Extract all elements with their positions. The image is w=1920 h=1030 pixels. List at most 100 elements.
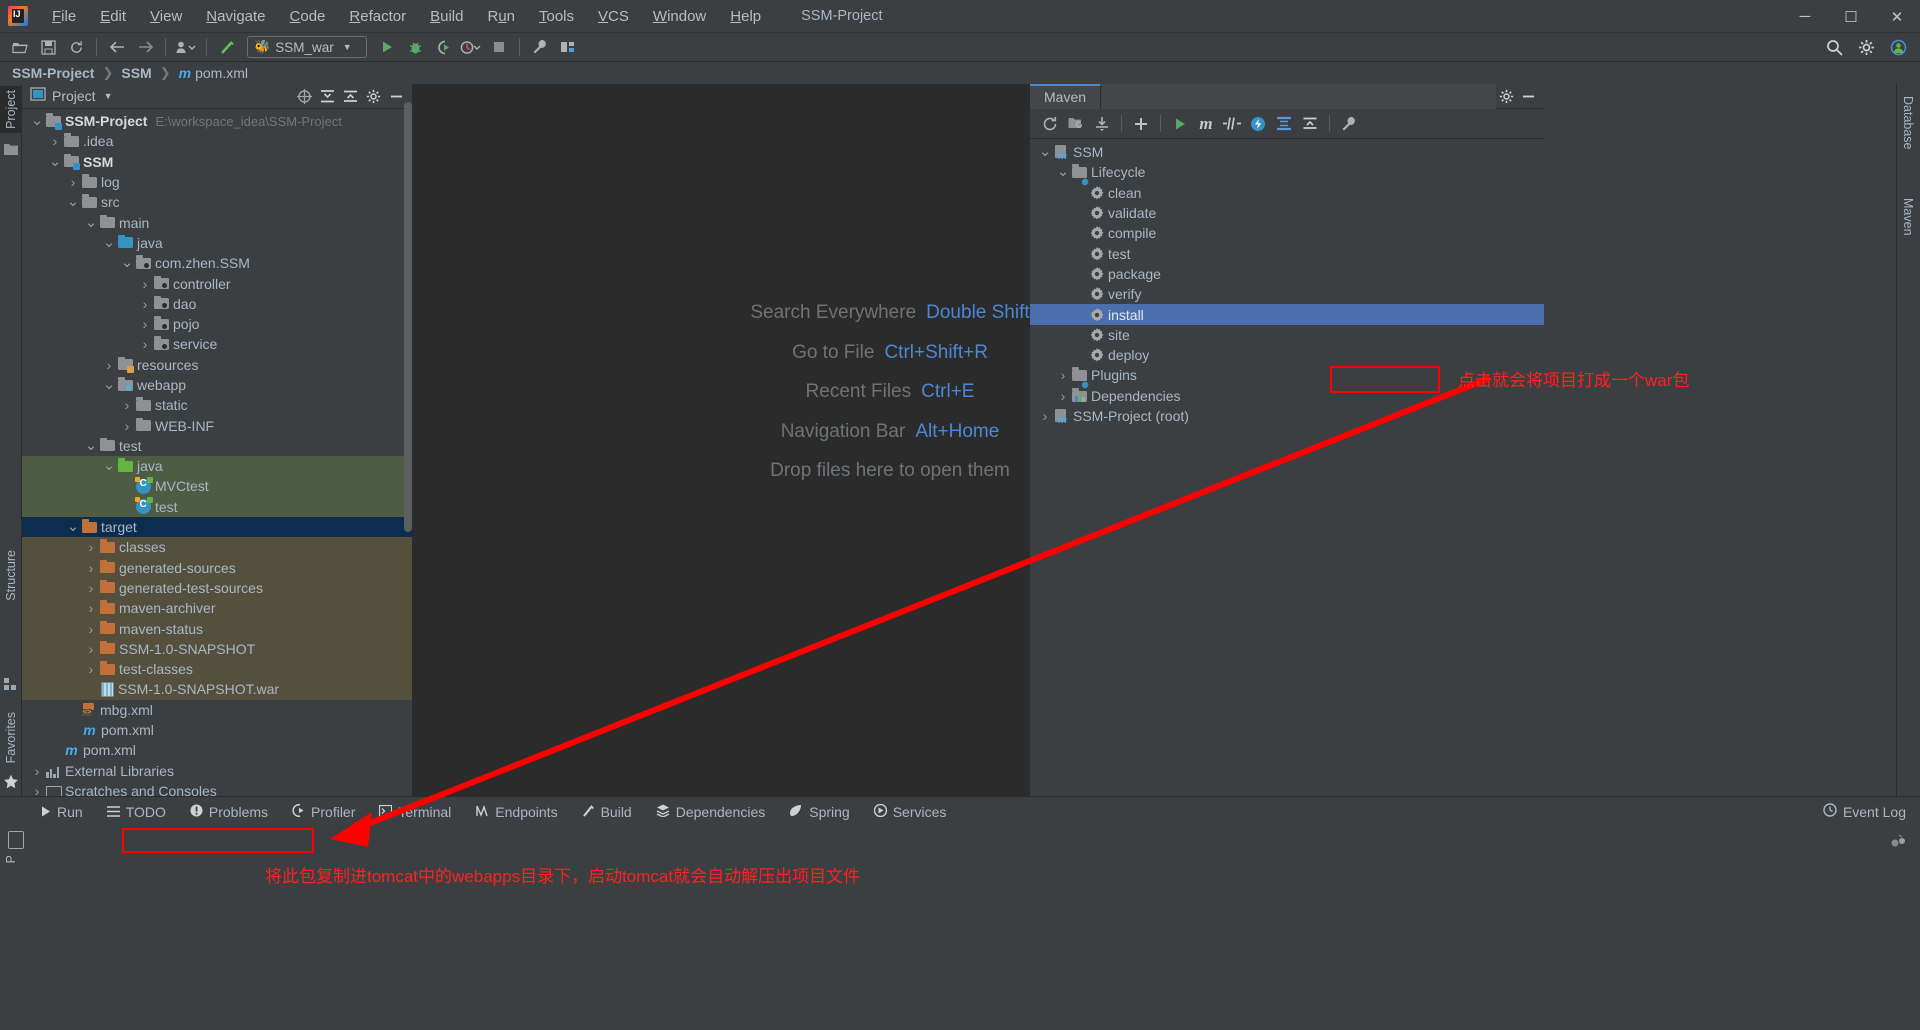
breadcrumb-item-1[interactable]: SSM [121, 65, 151, 81]
project-tree-row[interactable]: › resources [22, 355, 412, 375]
chevron-down-icon[interactable]: ⌄ [102, 377, 116, 392]
chevron-right-icon[interactable]: › [84, 661, 98, 677]
project-tree-row[interactable]: › log [22, 172, 412, 192]
menu-refactor[interactable]: Refactor [337, 5, 418, 28]
collapse-all-icon[interactable] [317, 86, 337, 106]
download-sources-icon[interactable] [1090, 112, 1114, 136]
toggle-offline-icon[interactable] [1246, 112, 1270, 136]
project-tree-row[interactable]: MVCtest [22, 476, 412, 497]
maven-tree-row[interactable]: package [1030, 264, 1544, 284]
expand-all-icon[interactable] [1298, 112, 1322, 136]
project-tree-row[interactable]: › maven-archiver [22, 598, 412, 619]
project-tree-row[interactable]: › static [22, 395, 412, 415]
expand-all-icon[interactable] [340, 86, 360, 106]
menu-build[interactable]: Build [418, 5, 475, 28]
project-tree-row[interactable]: test [22, 496, 412, 517]
add-maven-project-icon[interactable] [1129, 112, 1153, 136]
project-tree-row[interactable]: › service [22, 334, 412, 354]
project-tree-row[interactable]: › External Libraries [22, 761, 412, 781]
project-tree-row[interactable]: › WEB-INF [22, 415, 412, 435]
execute-maven-goal-icon[interactable]: m [1194, 112, 1218, 136]
sidebar-item-favorites[interactable]: Favorites [0, 708, 22, 767]
chevron-right-icon[interactable]: › [1038, 408, 1052, 424]
sidebar-item-database[interactable]: Database [1896, 92, 1920, 154]
bottom-tab-build[interactable]: Build [570, 802, 644, 822]
bottom-tab-dependencies[interactable]: Dependencies [644, 802, 778, 822]
bottom-tab-run[interactable]: Run [28, 802, 95, 822]
bottom-tab-terminal[interactable]: Terminal [367, 802, 463, 822]
project-tree-row[interactable]: › .idea [22, 131, 412, 151]
forward-arrow-icon[interactable] [132, 35, 158, 59]
run-icon[interactable] [1168, 112, 1192, 136]
run-with-coverage-icon[interactable] [430, 35, 456, 59]
maximize-button[interactable]: ☐ [1828, 0, 1874, 33]
chevron-right-icon[interactable]: › [138, 316, 152, 332]
project-tree-row[interactable]: ⌄ src [22, 192, 412, 212]
minimize-button[interactable]: ─ [1782, 0, 1828, 33]
maven-tree-row[interactable]: ⌄ SSM [1030, 142, 1544, 162]
chevron-down-icon[interactable]: ⌄ [84, 215, 98, 230]
maven-tree-row[interactable]: ⌄ Lifecycle [1030, 162, 1544, 186]
sidebar-item-structure[interactable]: Structure [0, 546, 22, 605]
chevron-right-icon[interactable]: › [84, 600, 98, 616]
toggle-skip-tests-icon[interactable] [1220, 112, 1244, 136]
chevron-right-icon[interactable]: › [30, 783, 44, 796]
chevron-right-icon[interactable]: › [138, 296, 152, 312]
search-icon[interactable] [1821, 36, 1847, 60]
chevron-right-icon[interactable]: › [84, 641, 98, 657]
project-tree-row[interactable]: ⌄ target [22, 516, 412, 538]
menu-view[interactable]: View [138, 5, 194, 28]
gear-icon[interactable] [1853, 36, 1879, 60]
back-arrow-icon[interactable] [104, 35, 130, 59]
sidebar-item-project[interactable]: Project [0, 86, 22, 133]
hide-panel-icon[interactable] [386, 86, 406, 106]
project-tree-row[interactable]: › SSM-1.0-SNAPSHOT [22, 638, 412, 660]
menu-navigate[interactable]: Navigate [194, 5, 277, 28]
project-tree-row[interactable]: ⌄ java [22, 233, 412, 253]
chevron-down-icon[interactable]: ⌄ [1056, 164, 1070, 179]
maven-tree-row[interactable]: › SSM-Project (root) [1030, 406, 1544, 426]
project-tree-row[interactable]: ⌄ webapp [22, 375, 412, 395]
maven-tree-row[interactable]: install [1030, 304, 1544, 325]
maven-tree-row[interactable]: test [1030, 243, 1544, 263]
run-configuration-selector[interactable]: 🐝 SSM_war ▼ [247, 36, 367, 58]
chevron-down-icon[interactable]: ⌄ [66, 194, 80, 209]
sync-icon[interactable] [63, 35, 89, 59]
ant-build-icon[interactable] [214, 35, 240, 59]
maven-tree-row[interactable]: clean [1030, 183, 1544, 203]
project-tree-row[interactable]: ⌄ SSM [22, 152, 412, 172]
menu-help[interactable]: Help [718, 5, 773, 28]
editor-empty-area[interactable]: Search Everywhere Double Shift Go to File C… [412, 84, 1030, 796]
project-tree-row[interactable]: ⌄ java [22, 456, 412, 477]
menu-run[interactable]: Run [475, 5, 527, 28]
menu-vcs[interactable]: VCS [586, 5, 641, 28]
project-tree-row[interactable]: › generated-sources [22, 557, 412, 578]
settings-wrench-icon[interactable] [527, 35, 553, 59]
project-tree-row[interactable]: mbg.xml [22, 700, 412, 720]
account-icon[interactable] [1885, 36, 1911, 60]
breadcrumb-item-0[interactable]: SSM-Project [12, 65, 94, 81]
open-folder-icon[interactable] [7, 35, 33, 59]
project-tree-row[interactable]: ⌄ test [22, 436, 412, 456]
maven-panel-title[interactable]: Maven [1030, 83, 1102, 109]
chevron-down-icon[interactable]: ⌄ [84, 438, 98, 453]
project-tree-row[interactable]: › classes [22, 537, 412, 558]
sidebar-item-maven[interactable]: Maven [1896, 194, 1920, 240]
generate-sources-icon[interactable] [1064, 112, 1088, 136]
chevron-right-icon[interactable]: › [138, 336, 152, 352]
maven-tree-row[interactable]: validate [1030, 203, 1544, 223]
maven-settings-icon[interactable] [1337, 112, 1361, 136]
settings-gear-icon[interactable] [363, 86, 383, 106]
chevron-right-icon[interactable]: › [66, 174, 80, 190]
ide-status-icon[interactable] [1890, 832, 1908, 853]
project-tree[interactable]: ⌄ SSM-Project E:\workspace_idea\SSM-Projec… [22, 109, 412, 796]
maven-tree-row[interactable]: › Plugins [1030, 365, 1544, 389]
chevron-right-icon[interactable]: › [48, 133, 62, 149]
bottom-tab-spring[interactable]: Spring [777, 802, 861, 822]
menu-code[interactable]: Code [278, 5, 338, 28]
hide-panel-icon[interactable] [1518, 86, 1538, 106]
project-tree-row[interactable]: ⌄ main [22, 212, 412, 232]
event-log-button[interactable]: Event Log [1823, 803, 1906, 820]
save-icon[interactable] [35, 35, 61, 59]
settings-gear-icon[interactable] [1496, 86, 1516, 106]
